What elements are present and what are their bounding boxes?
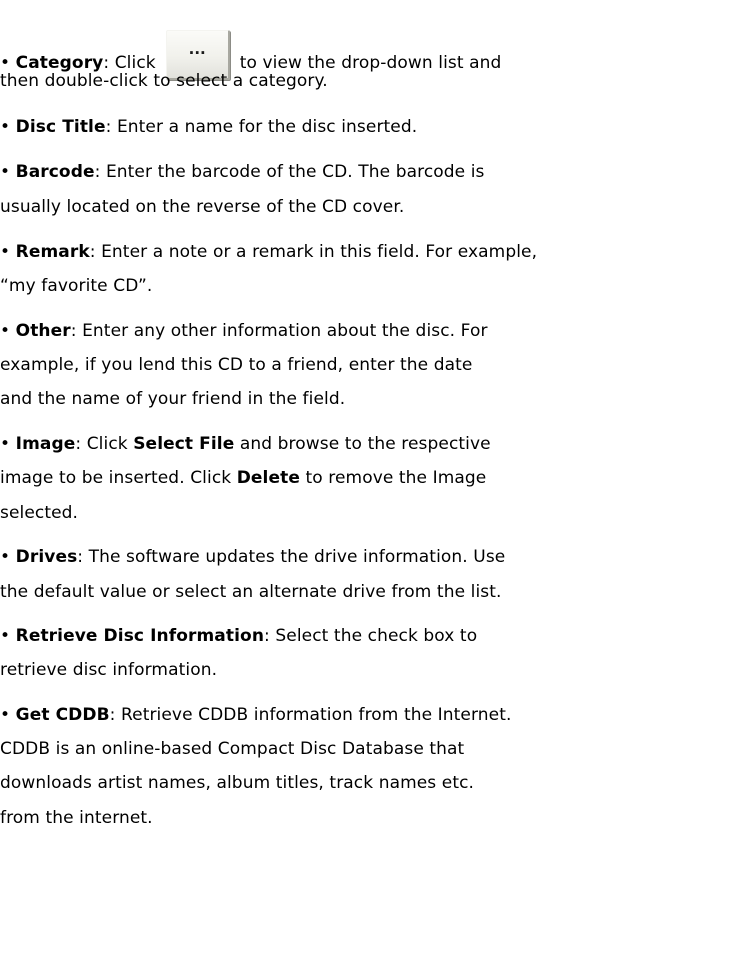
bullet: • bbox=[0, 117, 16, 137]
ellipsis-icon: ... bbox=[188, 40, 206, 58]
drives-line-1: • Drives: The software updates the drive… bbox=[0, 547, 506, 567]
term-remark: Remark bbox=[15, 242, 90, 262]
barcode-line-1: • Barcode: Enter the barcode of the CD. … bbox=[0, 162, 485, 182]
delete-label: Delete bbox=[236, 468, 300, 488]
barcode-line-2: usually located on the reverse of the CD… bbox=[0, 197, 405, 217]
term-get-cddb: Get CDDB bbox=[15, 705, 110, 725]
term-other: Other bbox=[15, 321, 71, 341]
term-barcode: Barcode bbox=[15, 162, 95, 182]
cddb-line-4: from the internet. bbox=[0, 808, 153, 828]
category-line-1: • Category: Click... to view the drop-dow… bbox=[0, 30, 501, 80]
cddb-line-2: CDDB is an online-based Compact Disc Dat… bbox=[0, 739, 465, 759]
bullet: • bbox=[0, 705, 16, 725]
click-text: Click bbox=[114, 53, 156, 73]
other-line-2: example, if you lend this CD to a friend… bbox=[0, 355, 473, 375]
image-line-2: image to be inserted. Click Delete to re… bbox=[0, 468, 487, 488]
category-line-2: then double-click to select a category. bbox=[0, 71, 328, 91]
bullet: • bbox=[0, 626, 16, 646]
disc-title-line-1: • Disc Title: Enter a name for the disc … bbox=[0, 117, 418, 137]
image-line-3: selected. bbox=[0, 503, 79, 523]
cddb-line-1: • Get CDDB: Retrieve CDDB information fr… bbox=[0, 705, 512, 725]
drives-line-2: the default value or select an alternate… bbox=[0, 582, 502, 602]
bullet: • bbox=[0, 53, 16, 73]
remark-line-2: “my favorite CD”. bbox=[0, 276, 153, 296]
term-drives: Drives bbox=[15, 547, 78, 567]
other-line-3: and the name of your friend in the field… bbox=[0, 389, 346, 409]
bullet: • bbox=[0, 242, 16, 262]
term-disc-title: Disc Title bbox=[15, 117, 106, 137]
bullet: • bbox=[0, 321, 16, 341]
term-image: Image bbox=[15, 434, 76, 454]
term-category: Category bbox=[15, 53, 104, 73]
bullet: • bbox=[0, 162, 16, 182]
retrieve-line-2: retrieve disc information. bbox=[0, 660, 218, 680]
image-line-1: • Image: Click Select File and browse to… bbox=[0, 434, 491, 454]
select-file-label: Select File bbox=[133, 434, 235, 454]
retrieve-line-1: • Retrieve Disc Information: Select the … bbox=[0, 626, 478, 646]
bullet: • bbox=[0, 547, 16, 567]
bullet: • bbox=[0, 434, 16, 454]
other-line-1: • Other: Enter any other information abo… bbox=[0, 321, 488, 341]
cddb-line-3: downloads artist names, album titles, tr… bbox=[0, 773, 475, 793]
term-retrieve-disc-information: Retrieve Disc Information bbox=[15, 626, 265, 646]
remark-line-1: • Remark: Enter a note or a remark in th… bbox=[0, 242, 538, 262]
